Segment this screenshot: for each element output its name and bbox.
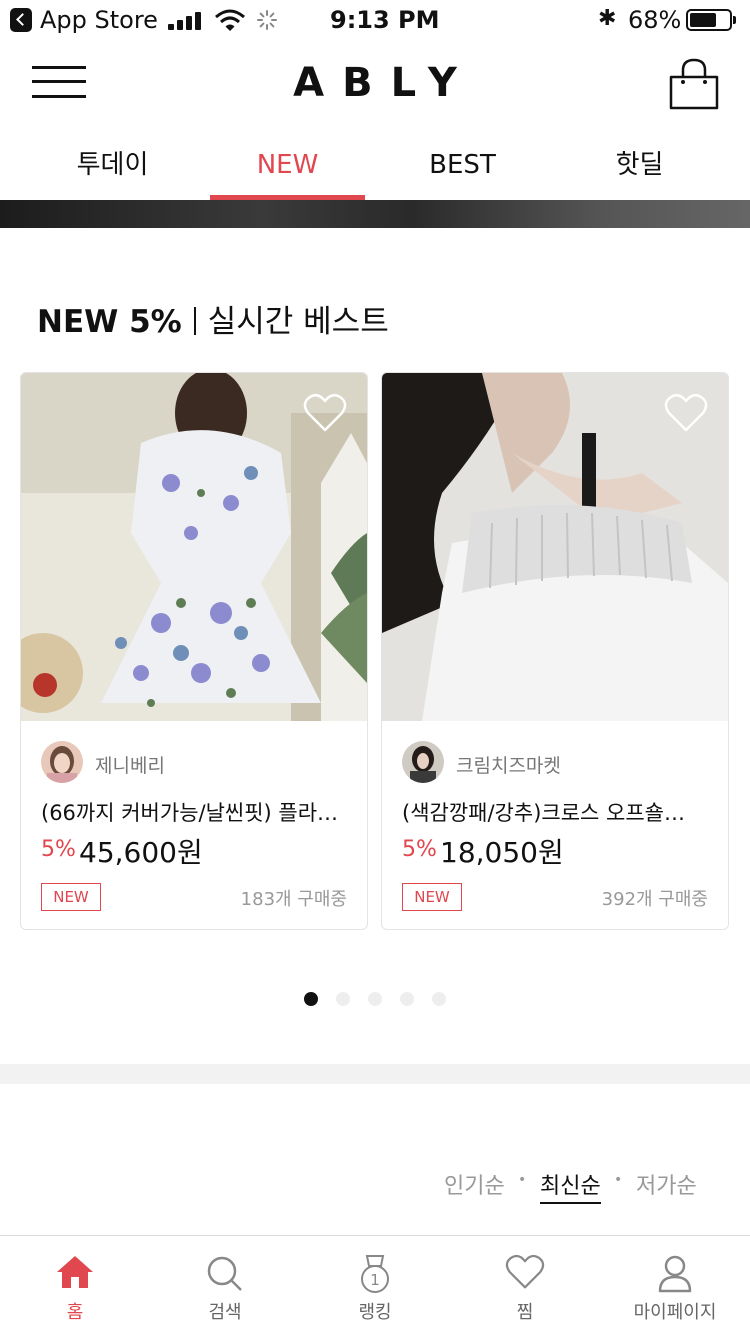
buyer-count: 392개 구매중 bbox=[601, 889, 708, 910]
discount-rate: 5% bbox=[41, 837, 76, 862]
category-tabs: 투데이 NEW BEST 핫딜 bbox=[0, 130, 750, 200]
nav-search-label: 검색 bbox=[208, 1302, 242, 1323]
battery-percent: 68% bbox=[628, 6, 682, 34]
sort-newest[interactable]: 최신순 bbox=[540, 1168, 601, 1204]
new-badge: NEW bbox=[41, 883, 101, 911]
tab-new[interactable]: NEW bbox=[210, 130, 365, 200]
page-dot[interactable] bbox=[336, 992, 350, 1006]
ranking-medal-icon: 1 bbox=[361, 1255, 389, 1293]
section-title-rest: 실시간 베스트 bbox=[207, 304, 389, 340]
nav-ranking[interactable]: 1 랭킹 bbox=[300, 1236, 450, 1334]
shop-name[interactable]: 제니베리 bbox=[95, 751, 165, 778]
section-divider bbox=[0, 1064, 750, 1084]
app-logo: ABLY bbox=[293, 60, 475, 106]
heart-icon[interactable] bbox=[664, 393, 708, 433]
svg-text:1: 1 bbox=[370, 1271, 380, 1289]
menu-button[interactable] bbox=[32, 64, 86, 100]
sort-separator: • bbox=[518, 1172, 527, 1188]
hamburger-icon bbox=[32, 66, 86, 69]
bottom-nav: 홈 검색 1 랭킹 찜 마이페이지 bbox=[0, 1235, 750, 1334]
battery-icon bbox=[686, 9, 736, 31]
product-card[interactable]: 크림치즈마켓 (색감깡패/강추)크로스 오프숄… 5% 18,050원 NEW … bbox=[381, 372, 729, 930]
bluetooth-icon: ✱ bbox=[598, 6, 617, 31]
heart-icon bbox=[505, 1254, 545, 1289]
section-title: NEW 5% 실시간 베스트 bbox=[37, 296, 389, 341]
person-icon bbox=[658, 1255, 692, 1293]
tab-today[interactable]: 투데이 bbox=[35, 130, 190, 200]
nav-wishlist[interactable]: 찜 bbox=[450, 1236, 600, 1334]
wifi-icon bbox=[215, 9, 245, 31]
nav-home[interactable]: 홈 bbox=[0, 1236, 150, 1334]
section-title-bold: NEW 5% bbox=[37, 304, 182, 340]
new-badge: NEW bbox=[402, 883, 462, 911]
search-icon bbox=[207, 1256, 242, 1291]
page-dot[interactable] bbox=[368, 992, 382, 1006]
status-bar: App Store 9:13 PM ✱ 68% bbox=[0, 0, 750, 42]
banner-image[interactable] bbox=[0, 200, 750, 228]
back-arrow-icon[interactable] bbox=[10, 8, 32, 32]
loading-spinner-icon bbox=[257, 10, 277, 30]
avatar[interactable] bbox=[41, 741, 83, 783]
nav-ranking-label: 랭킹 bbox=[358, 1302, 392, 1323]
discount-rate: 5% bbox=[402, 837, 437, 862]
clock: 9:13 PM bbox=[330, 6, 440, 34]
shopping-bag-icon[interactable] bbox=[668, 58, 720, 110]
page-dot[interactable] bbox=[400, 992, 414, 1006]
nav-home-label: 홈 bbox=[66, 1302, 84, 1323]
home-icon bbox=[57, 1256, 93, 1288]
back-app-label[interactable]: App Store bbox=[40, 6, 158, 34]
tab-hot-deal[interactable]: 핫딜 bbox=[562, 130, 717, 200]
tab-best[interactable]: BEST bbox=[385, 130, 540, 200]
nav-search[interactable]: 검색 bbox=[150, 1236, 300, 1334]
cellular-signal-icon bbox=[168, 12, 202, 30]
nav-wishlist-label: 찜 bbox=[516, 1302, 534, 1323]
product-card[interactable]: 제니베리 (66까지 커버가능/날씬핏) 플라… 5% 45,600원 NEW … bbox=[20, 372, 368, 930]
nav-mypage-label: 마이페이지 bbox=[633, 1302, 717, 1323]
product-name[interactable]: (66까지 커버가능/날씬핏) 플라… bbox=[41, 797, 351, 827]
buyer-count: 183개 구매중 bbox=[240, 889, 347, 910]
heart-icon[interactable] bbox=[303, 393, 347, 433]
product-price: 45,600원 bbox=[79, 836, 203, 869]
product-name[interactable]: (색감깡패/강추)크로스 오프숄… bbox=[402, 797, 712, 827]
shop-name[interactable]: 크림치즈마켓 bbox=[456, 751, 561, 778]
page-dot[interactable] bbox=[432, 992, 446, 1006]
page-dot[interactable] bbox=[304, 992, 318, 1006]
avatar[interactable] bbox=[402, 741, 444, 783]
title-divider bbox=[193, 307, 196, 335]
sort-popular[interactable]: 인기순 bbox=[444, 1168, 505, 1200]
nav-mypage[interactable]: 마이페이지 bbox=[600, 1236, 750, 1334]
product-price: 18,050원 bbox=[440, 836, 564, 869]
sort-separator: • bbox=[614, 1172, 623, 1188]
sort-low-price[interactable]: 저가순 bbox=[636, 1168, 697, 1200]
